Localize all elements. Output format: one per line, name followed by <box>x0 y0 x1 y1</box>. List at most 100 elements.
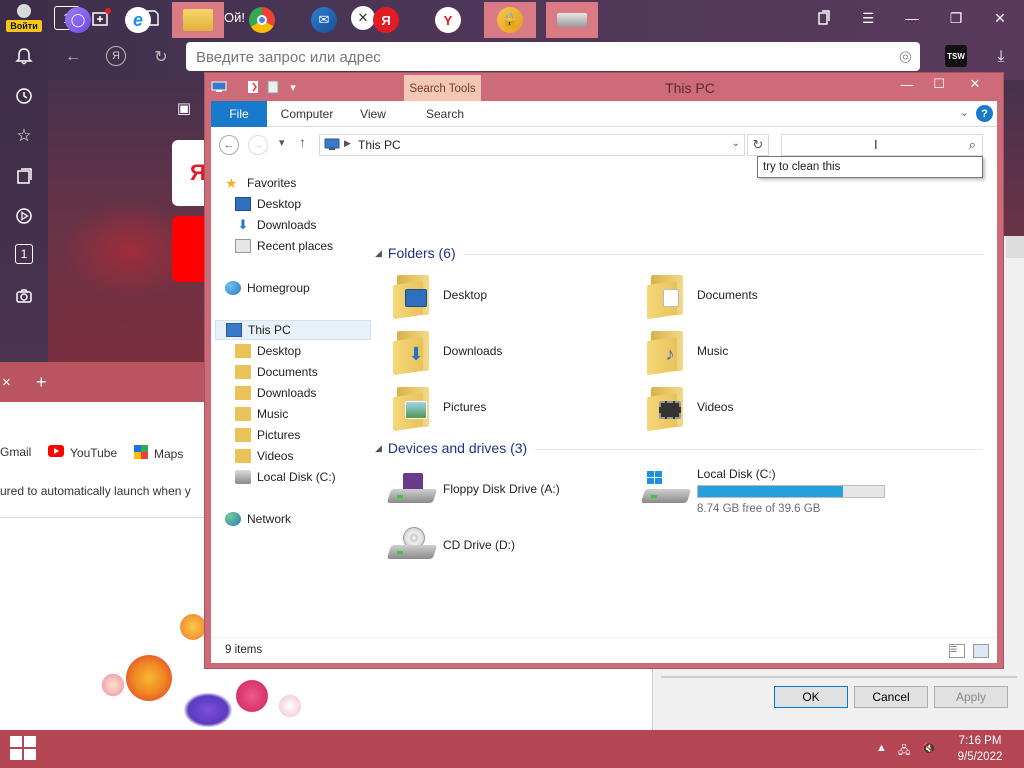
ok-button[interactable]: OK <box>774 686 848 708</box>
nav-this-pc[interactable]: This PC <box>215 320 371 340</box>
show-hidden-icons-icon[interactable]: ▲ <box>876 742 887 754</box>
nav-pc-local-disk[interactable]: Local Disk (C:) <box>235 467 391 487</box>
nav-pc-documents[interactable]: Documents <box>235 362 391 382</box>
details-view-icon[interactable]: ☰ <box>949 644 965 658</box>
taskbar <box>0 730 1024 768</box>
play-icon[interactable] <box>12 204 36 228</box>
folder-videos[interactable]: Videos <box>641 383 881 433</box>
nav-favorites[interactable]: ★ Favorites <box>225 173 381 193</box>
browser-address-bar[interactable]: Введите запрос или адрес ◎ <box>186 42 920 71</box>
taskbar-drive[interactable] <box>546 2 598 38</box>
taskbar-clock[interactable]: 7:16 PM 9/5/2022 <box>940 733 1020 765</box>
network-tray-icon[interactable]: 🖧 <box>898 742 910 761</box>
taskbar-explorer[interactable] <box>172 2 224 38</box>
taskbar-alice[interactable]: ◯ <box>52 2 104 38</box>
close-icon[interactable]: ✕ <box>959 73 991 95</box>
taskbar-yandex-browser[interactable]: Y <box>422 2 474 38</box>
restore-icon[interactable]: ❐ <box>944 6 968 30</box>
nav-pc-music[interactable]: Music <box>235 404 391 424</box>
dialog-scrollbar[interactable] <box>1006 236 1024 258</box>
sidebar-panel-icon[interactable]: ▣ <box>172 96 196 120</box>
drive-local-c[interactable]: Local Disk (C:) 8.74 GB free of 39.6 GB <box>640 465 885 517</box>
bookmark-gmail[interactable]: Gmail <box>0 445 31 459</box>
nav-pc-downloads[interactable]: Downloads <box>235 383 391 403</box>
large-icons-view-icon[interactable] <box>973 644 989 658</box>
minimize-icon[interactable]: — <box>891 73 923 95</box>
nav-fav-downloads[interactable]: ⬇ Downloads <box>235 215 391 235</box>
cancel-button[interactable]: Cancel <box>854 686 928 708</box>
bookmark-youtube[interactable]: YouTube <box>48 445 117 460</box>
bookmarks-icon[interactable] <box>812 6 836 30</box>
red-card[interactable] <box>172 216 206 282</box>
address-placeholder: Введите запрос или адрес <box>196 49 381 66</box>
maximize-icon[interactable]: ☐ <box>923 73 955 95</box>
taskbar-yandex[interactable]: Я <box>360 2 412 38</box>
collapse-icon[interactable]: ◢ <box>375 248 382 259</box>
volume-muted-icon[interactable]: 🔇 <box>922 742 936 755</box>
yandex-card[interactable]: Я <box>172 140 206 206</box>
start-button[interactable] <box>10 736 38 762</box>
search-input[interactable]: Ι ⌕ <box>781 134 983 156</box>
close-tab-icon[interactable]: × <box>2 374 11 391</box>
nav-fav-recent[interactable]: Recent places <box>235 236 391 256</box>
profile-button[interactable]: Войти <box>6 4 42 32</box>
forward-button[interactable]: → <box>248 135 268 155</box>
tab-view[interactable]: View <box>351 101 395 127</box>
bookmark-maps[interactable]: Maps <box>134 445 183 462</box>
folder-desktop[interactable]: Desktop <box>387 271 627 321</box>
address-bar[interactable]: ▶ This PC ⌄ <box>319 134 745 156</box>
folder-downloads[interactable]: ⬇ Downloads <box>387 327 627 377</box>
help-icon[interactable]: ? <box>976 105 993 122</box>
taskbar-thunderbird[interactable]: ✉ <box>298 2 350 38</box>
nav-pc-pictures[interactable]: Pictures <box>235 425 391 445</box>
nav-pc-videos[interactable]: Videos <box>235 446 391 466</box>
recent-locations-icon[interactable]: ▾ <box>279 136 285 149</box>
taskbar-vpn[interactable]: 🔒 <box>484 2 536 38</box>
yandex-icon[interactable]: Я <box>106 46 126 66</box>
refresh-icon[interactable]: ↻ <box>747 134 769 156</box>
homegroup-icon <box>225 281 241 295</box>
collapse-icon[interactable]: ◢ <box>375 443 382 454</box>
devices-group-header[interactable]: ◢ Devices and drives (3) <box>375 440 984 456</box>
nav-network[interactable]: Network <box>225 509 381 529</box>
taskbar-ie[interactable]: e <box>112 2 164 38</box>
collections-icon[interactable] <box>12 164 36 188</box>
address-text[interactable]: This PC <box>358 138 401 152</box>
screenshot-icon[interactable] <box>12 284 36 308</box>
up-icon[interactable]: ↑ <box>299 134 306 150</box>
alice-icon: ◯ <box>65 7 91 33</box>
tab-computer[interactable]: Computer <box>273 101 341 127</box>
new-tab-button[interactable]: + <box>36 372 47 393</box>
close-icon[interactable]: ✕ <box>988 6 1012 30</box>
folders-group-header[interactable]: ◢ Folders (6) <box>375 245 984 261</box>
folder-pictures[interactable]: Pictures <box>387 383 627 433</box>
tab-counter-icon[interactable]: 1 <box>15 244 33 264</box>
minimize-icon[interactable]: — <box>900 6 924 30</box>
tab-search[interactable]: Search <box>415 101 475 127</box>
folder-documents[interactable]: Documents <box>641 271 881 321</box>
taskbar-chrome[interactable] <box>236 2 288 38</box>
flower-decoration <box>232 676 272 716</box>
history-icon[interactable] <box>12 84 36 108</box>
star-icon[interactable]: ☆ <box>12 124 36 148</box>
download-icon[interactable]: ⤓ <box>990 46 1012 68</box>
reload-icon[interactable]: ↻ <box>150 46 172 68</box>
search-icon[interactable]: ⌕ <box>969 137 976 153</box>
folder-music[interactable]: ♪ Music <box>641 327 881 377</box>
back-button[interactable]: ← <box>219 135 239 155</box>
camera-search-icon[interactable]: ◎ <box>899 47 912 65</box>
tab-file[interactable]: File <box>211 101 267 127</box>
expand-ribbon-icon[interactable]: ⌄ <box>960 106 969 119</box>
clock-time: 7:16 PM <box>958 735 1002 747</box>
address-dropdown-icon[interactable]: ⌄ <box>732 138 740 149</box>
drive-floppy[interactable]: Floppy Disk Drive (A:) <box>386 465 627 515</box>
drive-cd[interactable]: CD Drive (D:) <box>386 521 627 571</box>
menu-icon[interactable]: ☰ <box>856 6 880 30</box>
back-icon[interactable]: ← <box>62 46 84 68</box>
apply-button[interactable]: Apply <box>934 686 1008 708</box>
nav-homegroup[interactable]: Homegroup <box>225 278 381 298</box>
extension-icon[interactable]: TSW <box>945 45 967 67</box>
breadcrumb-separator-icon[interactable]: ▶ <box>344 138 351 149</box>
nav-fav-desktop[interactable]: Desktop <box>235 194 391 214</box>
nav-pc-desktop[interactable]: Desktop <box>235 341 391 361</box>
